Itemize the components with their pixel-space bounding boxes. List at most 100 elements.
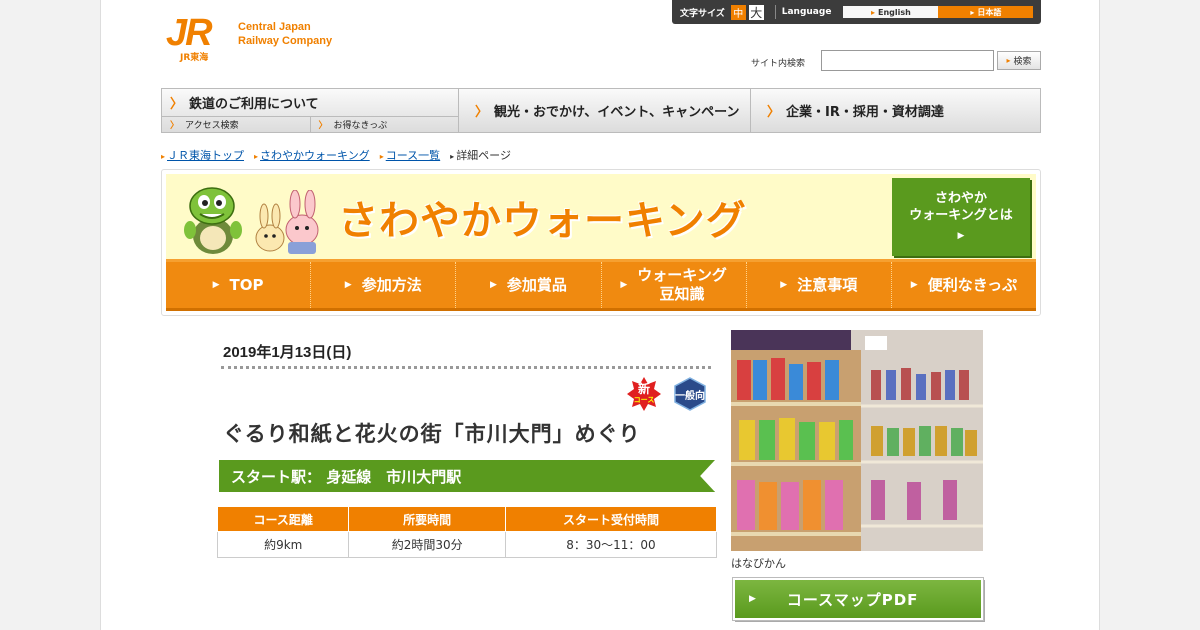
subnav-tips[interactable]: ▶ ウォーキング 豆知識 xyxy=(602,262,747,308)
global-nav-access-label: アクセス検索 xyxy=(185,121,239,131)
walking-banner: さわやかウォーキング さわやか ウォーキングとは ▶ ▶ TOP ▶ 参加方法 ▶ 参… xyxy=(161,169,1041,316)
chevron-right-icon: 〉 xyxy=(170,97,184,112)
photo-caption: はなびかん xyxy=(731,557,786,570)
chevron-right-icon: 〉 xyxy=(170,121,180,131)
triangle-right-icon: ▸ xyxy=(379,152,384,161)
breadcrumb: ▸ ＪＲ東海トップ ▸ さわやかウォーキング ▸ コース一覧 ▸ 詳細ページ xyxy=(161,147,511,163)
language-english-button[interactable]: ▸ English xyxy=(843,6,939,18)
site-search-label: サイト内検索 xyxy=(751,59,806,69)
fireworks-shop-image xyxy=(731,330,983,551)
new-badge-label: 新 xyxy=(637,382,650,396)
subnav-tips-line1: ウォーキング xyxy=(637,266,727,284)
subnav-top[interactable]: ▶ TOP xyxy=(166,262,312,308)
language-japanese-button[interactable]: ▸ 日本語 xyxy=(938,6,1034,18)
subnav-tickets[interactable]: ▶ 便利なきっぷ xyxy=(892,262,1036,308)
triangle-right-icon: ▶ xyxy=(344,279,352,290)
site-search-button[interactable]: ▸ 検索 xyxy=(997,51,1041,70)
font-size-label: 文字サイズ xyxy=(680,8,725,19)
utility-divider xyxy=(774,5,776,19)
font-size-medium-button[interactable]: 中 xyxy=(730,4,746,20)
triangle-right-icon: ▸ xyxy=(161,152,166,161)
jr-central-logo[interactable]: JR JR東海 Central Japan Railway Company xyxy=(166,14,332,63)
triangle-right-icon: ▸ xyxy=(254,152,259,161)
new-badge-sublabel: コース xyxy=(633,396,655,404)
subnav-prizes[interactable]: ▶ 参加賞品 xyxy=(456,262,602,308)
triangle-right-icon: ▶ xyxy=(957,231,965,241)
site-search-input[interactable] xyxy=(821,50,994,71)
logo-name-line1: Central Japan xyxy=(238,21,311,33)
triangle-right-icon: ▶ xyxy=(749,594,757,604)
chevron-right-icon: 〉 xyxy=(767,105,781,120)
general-audience-badge: 一般向 xyxy=(673,377,707,411)
value-distance: 約9km xyxy=(216,531,350,558)
general-badge-label: 一般向 xyxy=(675,391,705,402)
logo-name-line2: Railway Company xyxy=(238,35,333,47)
start-station-banner: スタート駅： 身延線 市川大門駅 xyxy=(219,460,715,492)
about-walking-line2: ウォーキングとは xyxy=(909,208,1013,223)
value-duration: 約2時間30分 xyxy=(348,531,506,558)
about-walking-button[interactable]: さわやか ウォーキングとは ▶ xyxy=(892,178,1030,256)
triangle-right-icon: ▶ xyxy=(212,279,220,290)
subnav-prizes-label: 参加賞品 xyxy=(506,275,567,294)
banner-header: さわやかウォーキング さわやか ウォーキングとは ▶ xyxy=(166,174,1036,259)
subnav-notes[interactable]: ▶ 注意事項 xyxy=(747,262,892,308)
breadcrumb-item-walking: ▸ さわやかウォーキング xyxy=(254,147,370,163)
font-size-large-button[interactable]: 大 xyxy=(748,4,764,20)
triangle-right-icon: ▸ xyxy=(450,152,455,161)
global-nav-rail-label: 鉄道のご利用について xyxy=(189,97,319,112)
course-info-table: コース距離 所要時間 スタート受付時間 約9km 約2時間30分 8：30～11… xyxy=(216,506,718,558)
logo-company-name: Central Japan Railway Company xyxy=(238,20,332,48)
language-japanese-label: 日本語 xyxy=(977,7,1002,17)
subnav-notes-label: 注意事項 xyxy=(797,275,858,294)
table-row: 約9km 約2時間30分 8：30～11：00 xyxy=(216,531,718,558)
banner-title: さわやかウォーキング xyxy=(338,198,747,244)
breadcrumb-link-walking[interactable]: さわやかウォーキング xyxy=(260,149,370,162)
global-nav-tickets-label: お得なきっぷ xyxy=(333,121,388,131)
global-nav-tickets[interactable]: 〉お得なきっぷ xyxy=(311,117,459,132)
global-nav-rail-group: 〉鉄道のご利用について 〉アクセス検索 〉お得なきっぷ xyxy=(162,89,459,132)
site-search-button-label: 検索 xyxy=(1013,57,1032,67)
utility-bar: 文字サイズ 中 大 Language ▸ English ▸ 日本語 xyxy=(672,0,1041,24)
global-nav-access[interactable]: 〉アクセス検索 xyxy=(162,117,311,132)
triangle-right-icon: ▶ xyxy=(780,279,788,290)
language-label: Language xyxy=(781,7,832,17)
about-walking-line1: さわやか xyxy=(934,191,987,206)
rabbit-mascots-icon xyxy=(255,190,319,254)
global-nav-rail[interactable]: 〉鉄道のご利用について xyxy=(162,89,458,117)
triangle-right-icon: ▶ xyxy=(910,279,918,290)
breadcrumb-item-home: ▸ ＪＲ東海トップ xyxy=(161,147,244,163)
global-nav-tourism-label: 観光・おでかけ、イベント、キャンペーン xyxy=(494,105,740,120)
subnav-tips-label: ウォーキング 豆知識 xyxy=(637,266,727,304)
kappa-mascot-icon xyxy=(184,187,242,254)
logo-sub-text: JR東海 xyxy=(180,53,209,63)
dotted-divider xyxy=(221,366,711,369)
breadcrumb-item-list: ▸ コース一覧 xyxy=(380,147,440,163)
arrow-icon: ▸ xyxy=(1006,56,1011,65)
breadcrumb-current: 詳細ページ xyxy=(456,149,511,162)
subnav-top-label: TOP xyxy=(229,275,264,294)
value-start-time: 8：30～11：00 xyxy=(504,531,718,558)
breadcrumb-link-list[interactable]: コース一覧 xyxy=(386,149,440,162)
chevron-right-icon: 〉 xyxy=(318,121,328,131)
breadcrumb-link-home[interactable]: ＪＲ東海トップ xyxy=(167,149,244,162)
event-date: 2019年1月13日(日) xyxy=(223,344,352,361)
chevron-right-icon: 〉 xyxy=(475,105,489,120)
global-nav-corporate-label: 企業・IR・採用・資材調達 xyxy=(786,105,944,120)
header-start-time: スタート受付時間 xyxy=(504,506,718,532)
course-map-pdf-label: コースマップPDF xyxy=(786,590,919,609)
subnav-tickets-label: 便利なきっぷ xyxy=(927,275,1018,294)
header-duration: 所要時間 xyxy=(348,506,506,532)
new-course-badge: 新 コース xyxy=(627,377,661,411)
page: JR JR東海 Central Japan Railway Company 文字… xyxy=(100,0,1100,630)
language-english-label: English xyxy=(878,7,911,17)
subnav-tips-line2: 豆知識 xyxy=(659,285,705,303)
hanabikan-photo xyxy=(731,330,983,551)
global-nav-tourism[interactable]: 〉観光・おでかけ、イベント、キャンペーン xyxy=(459,89,751,132)
subnav-how-to-join[interactable]: ▶ 参加方法 xyxy=(311,262,457,308)
course-map-pdf-button[interactable]: ▶ コースマップPDF xyxy=(732,577,984,621)
global-nav-rail-sub: 〉アクセス検索 〉お得なきっぷ xyxy=(162,117,458,132)
subnav-how-label: 参加方法 xyxy=(361,275,422,294)
table-header-row: コース距離 所要時間 スタート受付時間 xyxy=(216,506,718,532)
jr-logo-mark: JR JR東海 xyxy=(166,14,228,63)
global-nav-corporate[interactable]: 〉企業・IR・採用・資材調達 xyxy=(751,89,1040,132)
